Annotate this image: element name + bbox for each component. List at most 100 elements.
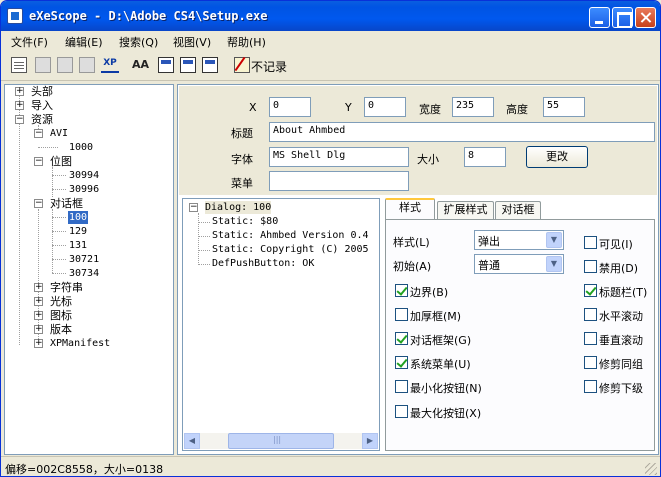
title-bar[interactable]: eXeScope - D:\Adobe CS4\Setup.exe	[1, 1, 660, 31]
checkbox-clipsiblings[interactable]	[584, 356, 597, 369]
checkbox-maximizebox[interactable]	[395, 405, 408, 418]
size-field[interactable]: 8	[464, 147, 506, 167]
checkbox-label[interactable]: 可见(I)	[599, 236, 633, 252]
collapse-dialog-root-toggle[interactable]: −	[189, 203, 198, 212]
minimize-button[interactable]	[589, 7, 610, 28]
checkbox-label[interactable]: 系统菜单(U)	[410, 356, 471, 372]
scroll-thumb[interactable]: |||	[228, 433, 334, 449]
new-doc-icon[interactable]	[11, 57, 27, 73]
checkbox-visible[interactable]	[584, 236, 597, 249]
expand-icon-toggle[interactable]: +	[34, 311, 43, 320]
expand-string-toggle[interactable]: +	[34, 283, 43, 292]
resource-tree[interactable]: + 头部 + 导入 − 资源 − AVI 1000 − 位图 30994 309…	[4, 84, 174, 455]
save-icon[interactable]	[35, 57, 51, 73]
expand-xpmanifest-toggle[interactable]: +	[34, 339, 43, 348]
tree-item-resources[interactable]: 资源	[31, 113, 53, 126]
caption-field[interactable]: About Ahmbed	[269, 122, 655, 142]
tree-item-avi[interactable]: AVI	[50, 127, 68, 140]
checkbox-sysmenu[interactable]	[395, 356, 408, 369]
checkbox-label[interactable]: 垂直滚动	[599, 332, 643, 348]
menu-view[interactable]: 视图(V)	[173, 34, 211, 50]
menu-edit[interactable]: 编辑(E)	[65, 34, 103, 50]
save-all-icon[interactable]	[57, 57, 73, 73]
collapse-bitmap-toggle[interactable]: −	[34, 157, 43, 166]
menu-field[interactable]	[269, 171, 409, 191]
checkbox-label[interactable]: 禁用(D)	[599, 260, 638, 276]
menu-help[interactable]: 帮助(H)	[227, 34, 266, 50]
tree-item-bmp-30996[interactable]: 30996	[69, 183, 99, 196]
checkbox-label[interactable]: 标题栏(T)	[599, 284, 647, 300]
chevron-down-icon[interactable]: ▼	[546, 256, 562, 272]
width-field[interactable]: 235	[452, 97, 494, 117]
id-icon[interactable]	[158, 57, 174, 73]
collapse-resources-toggle[interactable]: −	[15, 115, 24, 124]
horizontal-scrollbar[interactable]: ◀ ||| ▶	[184, 433, 378, 449]
checkbox-label[interactable]: 修剪下级	[599, 380, 643, 396]
copy-icon[interactable]	[79, 57, 95, 73]
menu-search[interactable]: 搜索(Q)	[119, 34, 158, 50]
no-log-icon[interactable]	[234, 57, 250, 73]
dialog-control-tree[interactable]: − Dialog: 100 Static: $80 Static: Ahmbed…	[182, 198, 380, 451]
chevron-down-icon[interactable]: ▼	[546, 232, 562, 248]
tree-item-icon[interactable]: 图标	[50, 309, 72, 322]
font-icon[interactable]: AA	[132, 57, 150, 73]
tab-style[interactable]: 样式	[385, 198, 435, 220]
collapse-dialog-toggle[interactable]: −	[34, 199, 43, 208]
height-field[interactable]: 55	[543, 97, 585, 117]
dialog-root-node[interactable]: Dialog: 100	[205, 201, 272, 214]
expand-import-toggle[interactable]: +	[15, 101, 24, 110]
dialog-icon[interactable]	[180, 57, 196, 73]
checkbox-label[interactable]: 加厚框(M)	[410, 308, 461, 324]
menu-file[interactable]: 文件(F)	[11, 34, 48, 50]
tree-item-bitmap[interactable]: 位图	[50, 155, 72, 168]
tree-item-dialog-100[interactable]: 100	[68, 211, 89, 224]
checkbox-dlgframe[interactable]	[395, 332, 408, 345]
menu-icon[interactable]	[202, 57, 218, 73]
checkbox-label[interactable]: 水平滚动	[599, 308, 643, 324]
tree-item-header[interactable]: 头部	[31, 85, 53, 98]
tree-item-avi-1000[interactable]: 1000	[69, 141, 93, 154]
tab-dialog[interactable]: 对话框	[495, 201, 541, 219]
control-item[interactable]: Static: Ahmbed Version 0.4	[212, 229, 369, 242]
style-select[interactable]: 弹出 ▼	[474, 230, 564, 250]
change-font-button[interactable]: 更改	[526, 146, 588, 168]
control-item[interactable]: DefPushButton: OK	[212, 257, 314, 270]
control-item[interactable]: Static: $80	[212, 215, 278, 228]
close-button[interactable]	[635, 7, 656, 28]
tree-item-cursor[interactable]: 光标	[50, 295, 72, 308]
expand-version-toggle[interactable]: +	[34, 325, 43, 334]
scroll-right-icon[interactable]: ▶	[362, 433, 378, 449]
xp-manifest-icon[interactable]: XP	[101, 57, 119, 73]
checkbox-hscroll[interactable]	[584, 308, 597, 321]
checkbox-disabled[interactable]	[584, 260, 597, 273]
checkbox-thickframe[interactable]	[395, 308, 408, 321]
tree-item-dialog-129[interactable]: 129	[69, 225, 87, 238]
collapse-avi-toggle[interactable]: −	[34, 129, 43, 138]
tree-item-string[interactable]: 字符串	[50, 281, 83, 294]
tree-item-dialog[interactable]: 对话框	[50, 197, 83, 210]
checkbox-caption[interactable]	[584, 284, 597, 297]
tree-item-version[interactable]: 版本	[50, 323, 72, 336]
tab-extended-style[interactable]: 扩展样式	[437, 201, 494, 219]
tree-item-xpmanifest[interactable]: XPManifest	[50, 337, 110, 350]
checkbox-clipchildren[interactable]	[584, 380, 597, 393]
tree-item-dialog-30721[interactable]: 30721	[69, 253, 99, 266]
expand-cursor-toggle[interactable]: +	[34, 297, 43, 306]
tree-item-bmp-30994[interactable]: 30994	[69, 169, 99, 182]
font-field[interactable]: MS Shell Dlg	[269, 147, 409, 167]
no-log-label[interactable]: 不记录	[251, 58, 287, 75]
tree-item-import[interactable]: 导入	[31, 99, 53, 112]
app-icon[interactable]	[7, 8, 23, 24]
checkbox-label[interactable]: 修剪同组	[599, 356, 643, 372]
checkbox-border[interactable]	[395, 284, 408, 297]
control-item[interactable]: Static: Copyright (C) 2005	[212, 243, 369, 256]
maximize-button[interactable]	[612, 7, 633, 28]
init-select[interactable]: 普通 ▼	[474, 254, 564, 274]
checkbox-label[interactable]: 最小化按钮(N)	[410, 380, 482, 396]
checkbox-minimizebox[interactable]	[395, 380, 408, 393]
checkbox-vscroll[interactable]	[584, 332, 597, 345]
tree-item-dialog-30734[interactable]: 30734	[69, 267, 99, 280]
tree-item-dialog-131[interactable]: 131	[69, 239, 87, 252]
checkbox-label[interactable]: 最大化按钮(X)	[410, 405, 481, 421]
y-field[interactable]: 0	[364, 97, 406, 117]
